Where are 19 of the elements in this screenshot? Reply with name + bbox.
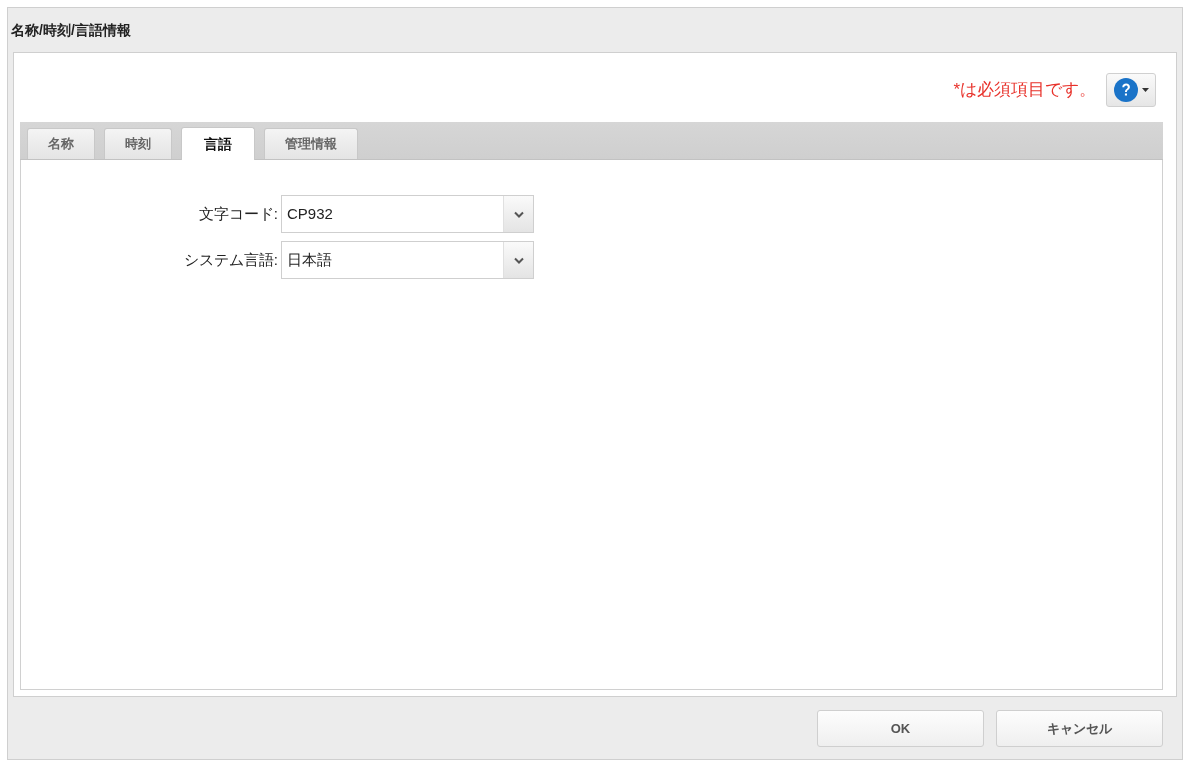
tab[interactable]: 時刻 bbox=[104, 128, 172, 159]
dialog-title: 名称/時刻/言語情報 bbox=[11, 20, 131, 40]
dropdown-value: 日本語 bbox=[287, 249, 332, 270]
field-label: 文字コード: bbox=[198, 203, 278, 224]
dropdown[interactable]: CP932 bbox=[281, 195, 534, 233]
field-label: システム言語: bbox=[183, 249, 278, 270]
tab[interactable]: 言語 bbox=[181, 127, 255, 160]
help-button[interactable] bbox=[1106, 72, 1156, 107]
dropdown[interactable]: 日本語 bbox=[281, 241, 534, 279]
dialog-button[interactable]: キャンセル bbox=[996, 710, 1163, 747]
tab[interactable]: 管理情報 bbox=[264, 128, 358, 159]
dropdown-value: CP932 bbox=[287, 203, 333, 224]
caret-icon bbox=[1141, 87, 1149, 92]
tab[interactable]: 名称 bbox=[27, 128, 95, 159]
chevron-down-icon bbox=[513, 210, 524, 218]
dialog-button[interactable]: OK bbox=[817, 710, 984, 747]
help-icon bbox=[1113, 77, 1138, 102]
required-note: *は必須項目です。 bbox=[953, 78, 1096, 101]
chevron-down-icon bbox=[513, 256, 524, 264]
